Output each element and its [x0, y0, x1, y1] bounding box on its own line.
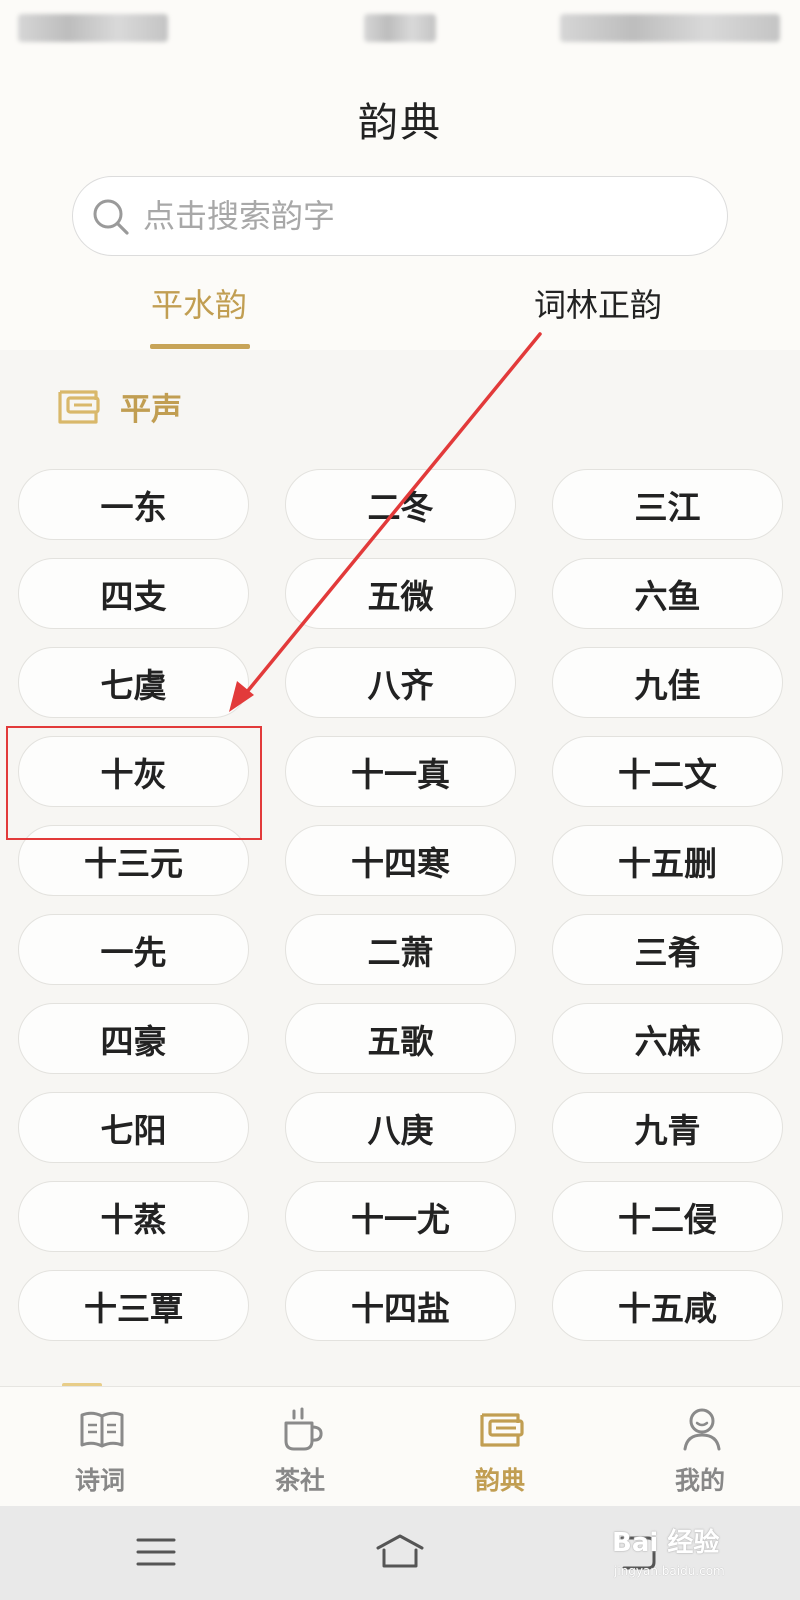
watermark: Bai 经验 jingyan.baidu.com — [612, 1518, 788, 1588]
search-input[interactable] — [143, 177, 703, 255]
page-title: 韵典 — [358, 100, 442, 146]
rhyme-button[interactable]: 四豪 — [18, 1003, 249, 1074]
rhyme-button[interactable]: 十一真 — [285, 736, 516, 807]
active-tab-indicator — [150, 344, 250, 349]
signal-indicators-blurred — [18, 14, 168, 42]
rhyme-button[interactable]: 六麻 — [552, 1003, 783, 1074]
rhyme-button[interactable]: 十四寒 — [285, 825, 516, 896]
system-indicators-blurred — [560, 14, 780, 42]
nav-label: 茶社 — [274, 1466, 325, 1495]
nav-label: 诗词 — [74, 1466, 125, 1495]
rhyme-button[interactable]: 六鱼 — [552, 558, 783, 629]
watermark-url: jingyan.baidu.com — [614, 1564, 725, 1578]
rhyme-button[interactable]: 十蒸 — [18, 1181, 249, 1252]
status-bar — [0, 0, 800, 56]
rhyme-button[interactable]: 五微 — [285, 558, 516, 629]
rhyme-book-icon — [58, 390, 100, 424]
rhyme-button[interactable]: 十五删 — [552, 825, 783, 896]
tea-cup-icon — [284, 1407, 323, 1451]
rhyme-button[interactable]: 七阳 — [18, 1092, 249, 1163]
annotation-highlight-box — [6, 726, 262, 840]
menu-icon[interactable] — [134, 1532, 178, 1572]
rhyme-button[interactable]: 一先 — [18, 914, 249, 985]
rhyme-button[interactable]: 四支 — [18, 558, 249, 629]
watermark-brand: Bai 经验 — [612, 1528, 720, 1558]
section-label: 平声 — [120, 392, 182, 428]
tab-pingshuiyun[interactable]: 平水韵 — [151, 280, 247, 326]
rhyme-dictionary-icon — [480, 1413, 524, 1447]
nav-item-profile[interactable]: 我的 — [640, 1387, 760, 1507]
nav-item-rhyme-dictionary[interactable]: 韵典 — [440, 1387, 560, 1507]
rhyme-button[interactable]: 十二文 — [552, 736, 783, 807]
rhyme-button[interactable]: 二萧 — [285, 914, 516, 985]
rhyme-button[interactable]: 十四盐 — [285, 1270, 516, 1341]
rhyme-button[interactable]: 三江 — [552, 469, 783, 540]
book-icon — [80, 1411, 124, 1448]
person-icon — [683, 1408, 721, 1451]
rhyme-button[interactable]: 十一尤 — [285, 1181, 516, 1252]
rhyme-button[interactable]: 二冬 — [285, 469, 516, 540]
nav-item-poetry[interactable]: 诗词 — [40, 1387, 160, 1507]
rhyme-button[interactable]: 八庚 — [285, 1092, 516, 1163]
tab-cilinzhengyun[interactable]: 词林正韵 — [534, 280, 662, 326]
nav-label: 韵典 — [474, 1466, 525, 1495]
nav-item-tea-house[interactable]: 茶社 — [240, 1387, 360, 1507]
rhyme-button[interactable]: 一东 — [18, 469, 249, 540]
search-icon — [93, 199, 129, 235]
rhyme-button[interactable]: 八齐 — [285, 647, 516, 718]
search-bar[interactable] — [72, 176, 728, 256]
clock-blurred — [364, 14, 436, 42]
home-icon[interactable] — [374, 1532, 426, 1572]
nav-label: 我的 — [674, 1466, 725, 1495]
rhyme-grid: 一东 二冬 三江 四支 五微 六鱼 七虞 八齐 九佳 十灰 十一真 十二文 十三… — [18, 469, 784, 1341]
rhyme-button[interactable]: 三肴 — [552, 914, 783, 985]
rhyme-button[interactable]: 十二侵 — [552, 1181, 783, 1252]
rhyme-button[interactable]: 七虞 — [18, 647, 249, 718]
rhyme-button[interactable]: 十五咸 — [552, 1270, 783, 1341]
rhyme-button[interactable]: 九青 — [552, 1092, 783, 1163]
rhyme-button[interactable]: 九佳 — [552, 647, 783, 718]
bottom-nav: 诗词 茶社 韵典 我的 — [0, 1386, 800, 1506]
rhyme-button[interactable]: 十三覃 — [18, 1270, 249, 1341]
rhyme-button[interactable]: 五歌 — [285, 1003, 516, 1074]
